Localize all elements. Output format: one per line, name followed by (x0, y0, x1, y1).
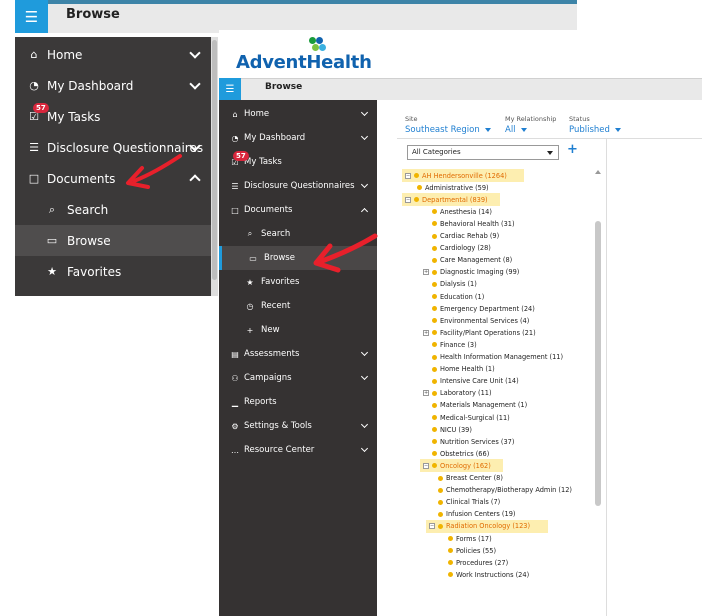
annotation-arrow-back (126, 154, 182, 189)
annotation-arrow-front (313, 233, 378, 273)
annotation-arrow (126, 154, 378, 273)
